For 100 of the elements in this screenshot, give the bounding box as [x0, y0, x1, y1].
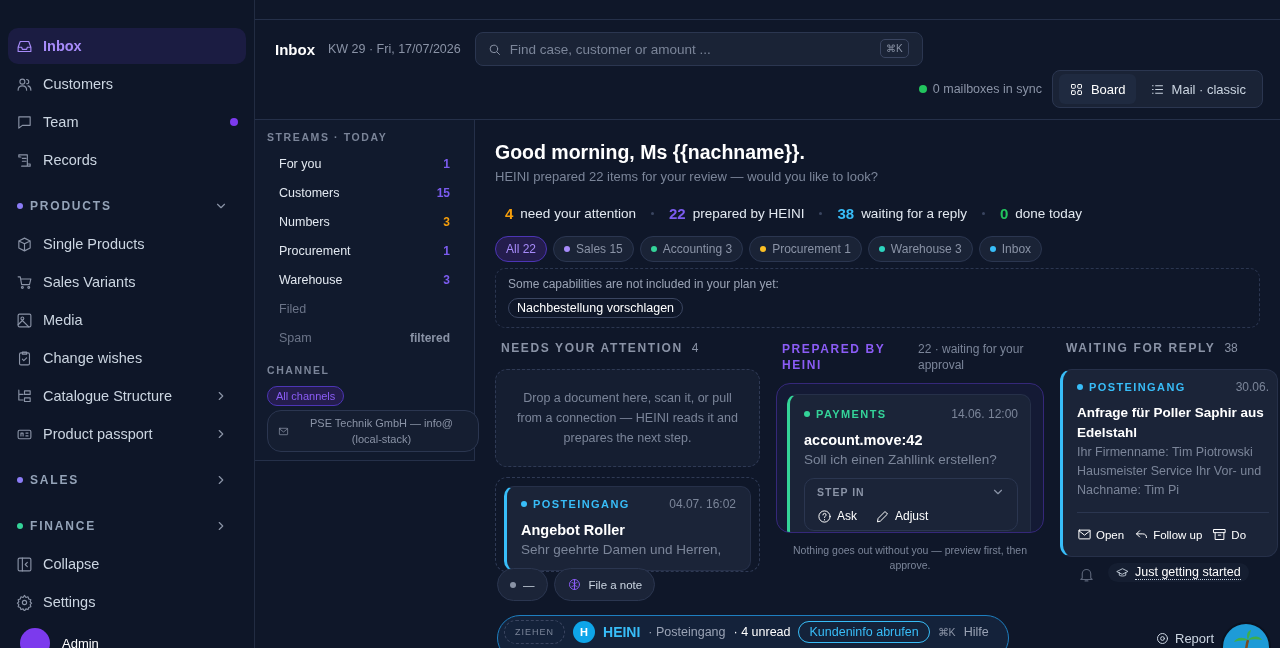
task-card[interactable]: POSTEINGANG 04.07. 16:02 Angebot Roller Sehr geehrte Damen und Herren,	[504, 486, 751, 571]
tag-label: POSTEINGANG	[533, 498, 630, 510]
nav-item[interactable]: Catalogue Structure	[8, 378, 246, 414]
filter-chip[interactable]: All 22	[495, 236, 548, 262]
status-pill[interactable]: —	[497, 568, 548, 601]
context-label: · Posteingang	[648, 625, 726, 639]
card-title: account.move:42	[804, 431, 924, 450]
timestamp: 14.06. 12:00	[951, 407, 1018, 421]
card-text: Ihr Firmenname: Tim Piotrowski Hausmeister Service Ihr Vor- und Nachname: Tim Pi	[1077, 444, 1263, 499]
panel-heading: STREAMS · TODAY	[267, 131, 389, 143]
tag-label: POSTEINGANG	[1089, 381, 1186, 393]
notice-text: Some capabilities are not included in your plan yet:	[508, 277, 780, 291]
mail-icon	[1077, 527, 1092, 542]
nav-item[interactable]: Inbox	[8, 28, 246, 64]
nav-item[interactable]: Collapse	[8, 546, 246, 582]
timestamp: 30.06.	[1235, 380, 1269, 394]
count-label: filtered	[410, 330, 450, 345]
count-label: 15	[436, 185, 450, 200]
step-in-label: STEP IN	[817, 485, 865, 498]
filter-chip[interactable]: Procurement 1	[749, 236, 862, 262]
tree-icon	[16, 387, 33, 405]
tag-label: PAYMENTS	[816, 408, 887, 420]
nav-item[interactable]: Media	[8, 302, 246, 338]
stat-label: need your attention	[520, 206, 636, 221]
graduation-cap-icon	[1116, 566, 1129, 579]
chat-icon	[16, 113, 33, 131]
stat-value: 22	[668, 205, 686, 222]
section-heading[interactable]: PRODUCTS	[30, 199, 112, 213]
nav-item[interactable]: Single Products	[8, 226, 246, 262]
box-icon	[16, 235, 33, 253]
report-button[interactable]: Report	[1155, 631, 1215, 646]
help-link[interactable]: Hilfe	[963, 625, 989, 639]
summary-text: HEINI prepared 22 items for your review — would you like to look?	[495, 169, 879, 184]
stat-value: 38	[837, 205, 855, 222]
grid-icon	[1068, 81, 1084, 97]
clipboard-icon	[16, 349, 33, 367]
card-text: Soll ich einen Zahllink erstellen?	[804, 451, 998, 469]
stream-item[interactable]: For you 1	[267, 149, 462, 178]
hint-text: Nothing goes out without you — preview first, then approve.	[791, 543, 1028, 573]
nav-item[interactable]: Sales Variants	[8, 264, 246, 300]
assistant-name: HEINI	[603, 624, 641, 640]
task-card[interactable]: POSTEINGANG 30.06. Anfrage für Poller Saphir aus Edelstahl Ihr Firmenname: Tim Piotrowski Hausmeister Service Ihr Vor- und Nachname: Tim Pi Open Follow up Do	[1060, 369, 1278, 557]
nav-item[interactable]: Customers	[8, 66, 246, 102]
bell-icon[interactable]	[1078, 566, 1095, 583]
nav-item[interactable]: Team	[8, 104, 246, 140]
stat-value: 0	[999, 205, 1009, 222]
column-meta: 22 · waiting for your approval	[918, 341, 1025, 373]
channel-chip[interactable]: All channels	[267, 386, 345, 406]
action-button[interactable]: Ask	[817, 508, 857, 524]
mail-icon	[278, 425, 289, 437]
user-name: Admin	[62, 635, 99, 648]
stream-item[interactable]: Numbers 3	[267, 207, 462, 236]
stat-label: prepared by HEINI	[692, 206, 805, 221]
action-button[interactable]: Open	[1077, 527, 1125, 542]
section-heading[interactable]: FINANCE	[30, 519, 96, 533]
card-title: Anfrage für Poller Saphir aus Edelstahl	[1077, 404, 1265, 442]
cart-icon	[16, 273, 33, 291]
collapse-icon	[16, 555, 33, 573]
nav-item[interactable]: Product passport	[8, 416, 246, 452]
nav-item[interactable]: Settings	[8, 584, 246, 620]
action-button[interactable]: Do	[1212, 527, 1247, 542]
stat-label: done today	[1015, 206, 1083, 221]
action-button[interactable]: Adjust	[875, 508, 929, 524]
page-title: Inbox	[275, 40, 315, 58]
onboarding-pill[interactable]: Just getting started	[1108, 563, 1249, 582]
count-label: 3	[443, 214, 450, 229]
filter-chip[interactable]: Inbox	[978, 236, 1043, 262]
stat-label: waiting for a reply	[861, 206, 967, 221]
sync-status: 0 mailboxes in sync	[932, 82, 1042, 96]
note-button[interactable]: File a note	[553, 568, 656, 601]
help-icon	[817, 508, 832, 524]
column-title: PREPARED BY HEINI	[782, 341, 887, 373]
pencil-icon	[875, 508, 890, 524]
stream-item[interactable]: Warehouse 3	[267, 265, 462, 294]
nav-item[interactable]: Records	[8, 142, 246, 178]
channel-chip[interactable]: PSE Technik GmbH — info@ (local-stack)	[267, 410, 479, 452]
action-button[interactable]: Follow up	[1134, 527, 1203, 542]
card-title: Angebot Roller	[521, 521, 626, 540]
section-heading[interactable]: SALES	[30, 473, 79, 487]
archive-icon	[1212, 527, 1228, 542]
column-count: 4	[691, 341, 699, 355]
stream-item[interactable]: Customers 15	[267, 178, 462, 207]
task-card[interactable]: PAYMENTS 14.06. 12:00 account.move:42 Soll ich einen Zahllink erstellen? STEP IN Ask Adjust	[787, 394, 1031, 532]
view-button[interactable]: Board	[1058, 74, 1136, 104]
filter-chip[interactable]: Warehouse 3	[867, 236, 973, 262]
nav-item[interactable]: Change wishes	[8, 340, 246, 376]
column-title: NEEDS YOUR ATTENTION	[501, 341, 683, 355]
timestamp: 04.07. 16:02	[669, 497, 736, 511]
filter-chip[interactable]: Sales 15	[553, 236, 634, 262]
count-label: 3	[443, 272, 450, 287]
view-button[interactable]: Mail · classic	[1139, 74, 1256, 104]
lifebuoy-icon	[1155, 631, 1170, 646]
stream-item[interactable]: Procurement 1	[267, 236, 462, 265]
filter-chip[interactable]: Accounting 3	[639, 236, 744, 262]
stream-item[interactable]: Spam filtered	[267, 323, 462, 352]
drop-zone[interactable]: Drop a document here, scan it, or pull from a connection — HEINI reads it and prepares the next step.	[495, 369, 760, 467]
settings-icon	[16, 593, 33, 611]
unread-count: · 4 unread	[733, 625, 791, 639]
brain-icon	[566, 577, 582, 592]
stream-item[interactable]: Filed	[267, 294, 462, 323]
